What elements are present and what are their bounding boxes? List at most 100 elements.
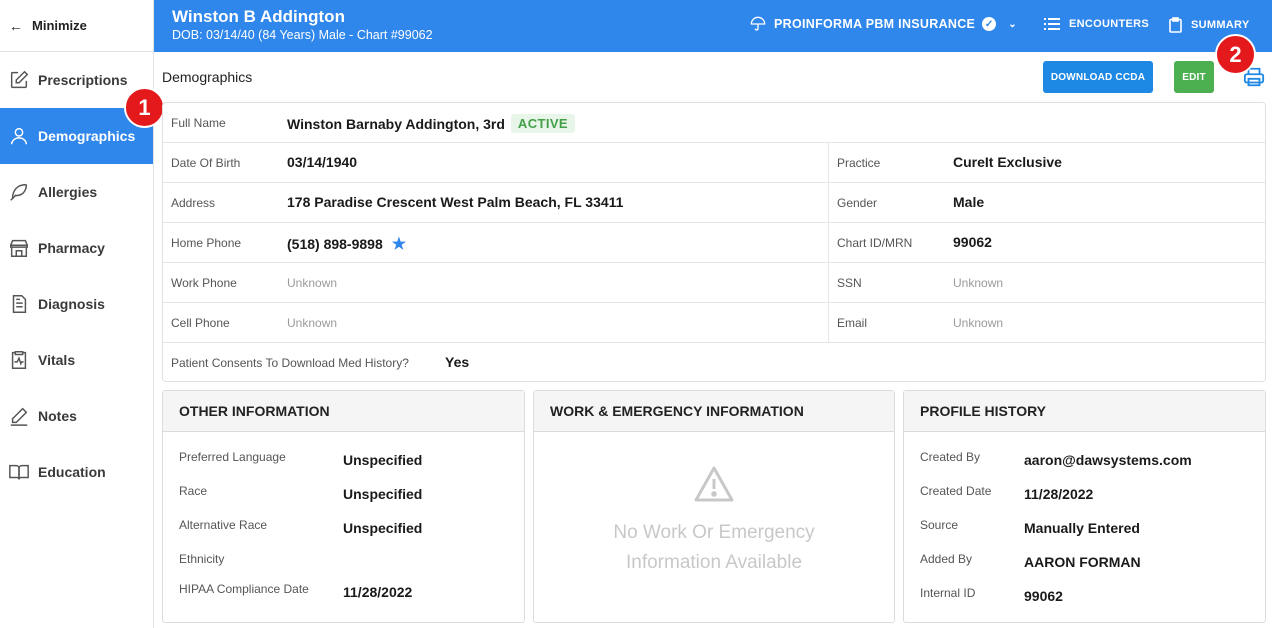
- person-icon: [10, 127, 28, 145]
- panel-title: PROFILE HISTORY: [904, 391, 1265, 432]
- sidebar-item-diagnosis[interactable]: Diagnosis: [0, 276, 153, 332]
- practice-label: Practice: [837, 156, 881, 170]
- sidebar-item-education[interactable]: Education: [0, 444, 153, 500]
- ssn-label: SSN: [837, 276, 862, 290]
- table-row: Patient Consents To Download Med History…: [163, 343, 1265, 383]
- sidebar-item-vitals[interactable]: Vitals: [0, 332, 153, 388]
- sidebar-item-label: Diagnosis: [38, 296, 105, 312]
- field-value: Unspecified: [343, 486, 423, 502]
- dob-value: 03/14/1940: [287, 154, 358, 170]
- chevron-down-icon: ⌄: [1008, 18, 1017, 30]
- home-phone-text: (518) 898-9898: [287, 236, 383, 252]
- field-label: Race: [179, 484, 208, 498]
- sidebar-item-label: Notes: [38, 408, 77, 424]
- table-row: Address 178 Paradise Crescent West Palm …: [163, 183, 1265, 223]
- sidebar-item-pharmacy[interactable]: Pharmacy: [0, 220, 153, 276]
- feather-icon: [10, 183, 28, 201]
- field-value: 11/28/2022: [1024, 486, 1094, 502]
- sidebar-item-label: Prescriptions: [38, 72, 128, 88]
- full-name-label: Full Name: [171, 116, 226, 130]
- patient-name: Winston B Addington: [172, 7, 345, 26]
- sidebar-item-notes[interactable]: Notes: [0, 388, 153, 444]
- clipboard-icon: [1169, 17, 1182, 33]
- table-row: Cell Phone Unknown Email Unknown: [163, 303, 1265, 343]
- summary-button[interactable]: SUMMARY: [1169, 17, 1250, 33]
- book-icon: [9, 464, 29, 480]
- star-icon[interactable]: ★: [392, 234, 406, 254]
- cell-phone-value: Unknown: [287, 316, 338, 330]
- chart-id-label: Chart ID/MRN: [837, 236, 913, 250]
- address-label: Address: [171, 196, 216, 210]
- empty-state: No Work Or Emergency Information Availab…: [534, 465, 894, 578]
- minimize-label: Minimize: [32, 18, 87, 33]
- consent-value: Yes: [445, 354, 470, 370]
- field-label: Internal ID: [920, 586, 976, 600]
- field-label: Alternative Race: [179, 518, 268, 532]
- encounters-button[interactable]: ENCOUNTERS: [1044, 17, 1149, 31]
- step-marker-1: 1: [124, 87, 165, 128]
- insurance-label: PROINFORMA PBM INSURANCE: [774, 17, 976, 31]
- gender-label: Gender: [837, 196, 878, 210]
- full-name-text: Winston Barnaby Addington, 3rd: [287, 115, 505, 132]
- warning-icon: [694, 466, 734, 502]
- minimize-button[interactable]: ← Minimize: [0, 0, 153, 52]
- email-label: Email: [837, 316, 868, 330]
- edit-button[interactable]: EDIT: [1174, 61, 1214, 93]
- field-label: HIPAA Compliance Date: [179, 582, 309, 596]
- sidebar-item-label: Allergies: [38, 184, 98, 200]
- table-row: Full Name Winston Barnaby Addington, 3rd…: [163, 103, 1265, 143]
- umbrella-icon: [750, 16, 766, 31]
- work-phone-value: Unknown: [287, 276, 338, 290]
- dob-label: Date Of Birth: [171, 156, 241, 170]
- empty-message-line2: Information Available: [625, 552, 803, 573]
- profile-history-panel: PROFILE HISTORY Created By aaron@dawsyst…: [903, 390, 1266, 623]
- check-circle-icon: ✓: [982, 17, 997, 31]
- address-value: 178 Paradise Crescent West Palm Beach, F…: [287, 194, 624, 210]
- field-value: Unspecified: [343, 520, 423, 536]
- pencil-square-icon: [10, 70, 29, 89]
- download-ccda-button[interactable]: DOWNLOAD CCDA: [1043, 61, 1153, 93]
- patient-subtitle: DOB: 03/14/40 (84 Years) Male - Chart #9…: [172, 28, 433, 42]
- sidebar-item-label: Vitals: [38, 352, 76, 368]
- home-phone-label: Home Phone: [171, 236, 242, 250]
- table-row: Date Of Birth 03/14/1940 Practice CureIt…: [163, 143, 1265, 183]
- empty-message-line1: No Work Or Emergency: [613, 522, 815, 543]
- demographics-table: Full Name Winston Barnaby Addington, 3rd…: [162, 102, 1266, 382]
- cell-phone-label: Cell Phone: [171, 316, 230, 330]
- other-information-panel: OTHER INFORMATION Preferred Language Uns…: [162, 390, 525, 623]
- field-value: Unspecified: [343, 452, 423, 468]
- consent-label: Patient Consents To Download Med History…: [171, 356, 409, 370]
- ssn-value: Unknown: [953, 276, 1004, 290]
- chart-id-value: 99062: [953, 234, 992, 250]
- list-icon: [1044, 18, 1060, 30]
- field-value: 11/28/2022: [343, 584, 413, 600]
- insurance-dropdown[interactable]: PROINFORMA PBM INSURANCE ✓ ⌄: [750, 16, 1017, 32]
- field-value: aaron@dawsystems.com: [1024, 452, 1192, 468]
- patient-header: Winston B Addington DOB: 03/14/40 (84 Ye…: [154, 0, 1272, 52]
- field-value: AARON FORMAN: [1024, 554, 1141, 570]
- document-icon: [12, 295, 27, 313]
- home-phone-value: (518) 898-9898 ★: [287, 234, 406, 254]
- email-value: Unknown: [953, 316, 1004, 330]
- step-marker-2: 2: [1215, 34, 1256, 75]
- gender-value: Male: [953, 194, 985, 210]
- status-badge: ACTIVE: [510, 114, 575, 133]
- field-value: 99062: [1024, 588, 1063, 604]
- field-label: Ethnicity: [179, 552, 225, 566]
- summary-label: SUMMARY: [1191, 19, 1250, 31]
- full-name-value: Winston Barnaby Addington, 3rd ACTIVE: [287, 114, 575, 133]
- table-row: Work Phone Unknown SSN Unknown: [163, 263, 1265, 303]
- store-icon: [10, 239, 28, 257]
- field-label: Source: [920, 518, 959, 532]
- field-value: Manually Entered: [1024, 520, 1140, 536]
- encounters-label: ENCOUNTERS: [1069, 18, 1150, 30]
- panel-title: OTHER INFORMATION: [163, 391, 524, 432]
- work-phone-label: Work Phone: [171, 276, 237, 290]
- clipboard-pulse-icon: [11, 351, 27, 369]
- practice-value: CureIt Exclusive: [953, 154, 1062, 170]
- work-emergency-panel: WORK & EMERGENCY INFORMATION No Work Or …: [533, 390, 895, 623]
- sidebar-item-allergies[interactable]: Allergies: [0, 164, 153, 220]
- field-label: Added By: [920, 552, 973, 566]
- sidebar-item-label: Demographics: [38, 128, 136, 144]
- sidebar-item-label: Education: [38, 464, 106, 480]
